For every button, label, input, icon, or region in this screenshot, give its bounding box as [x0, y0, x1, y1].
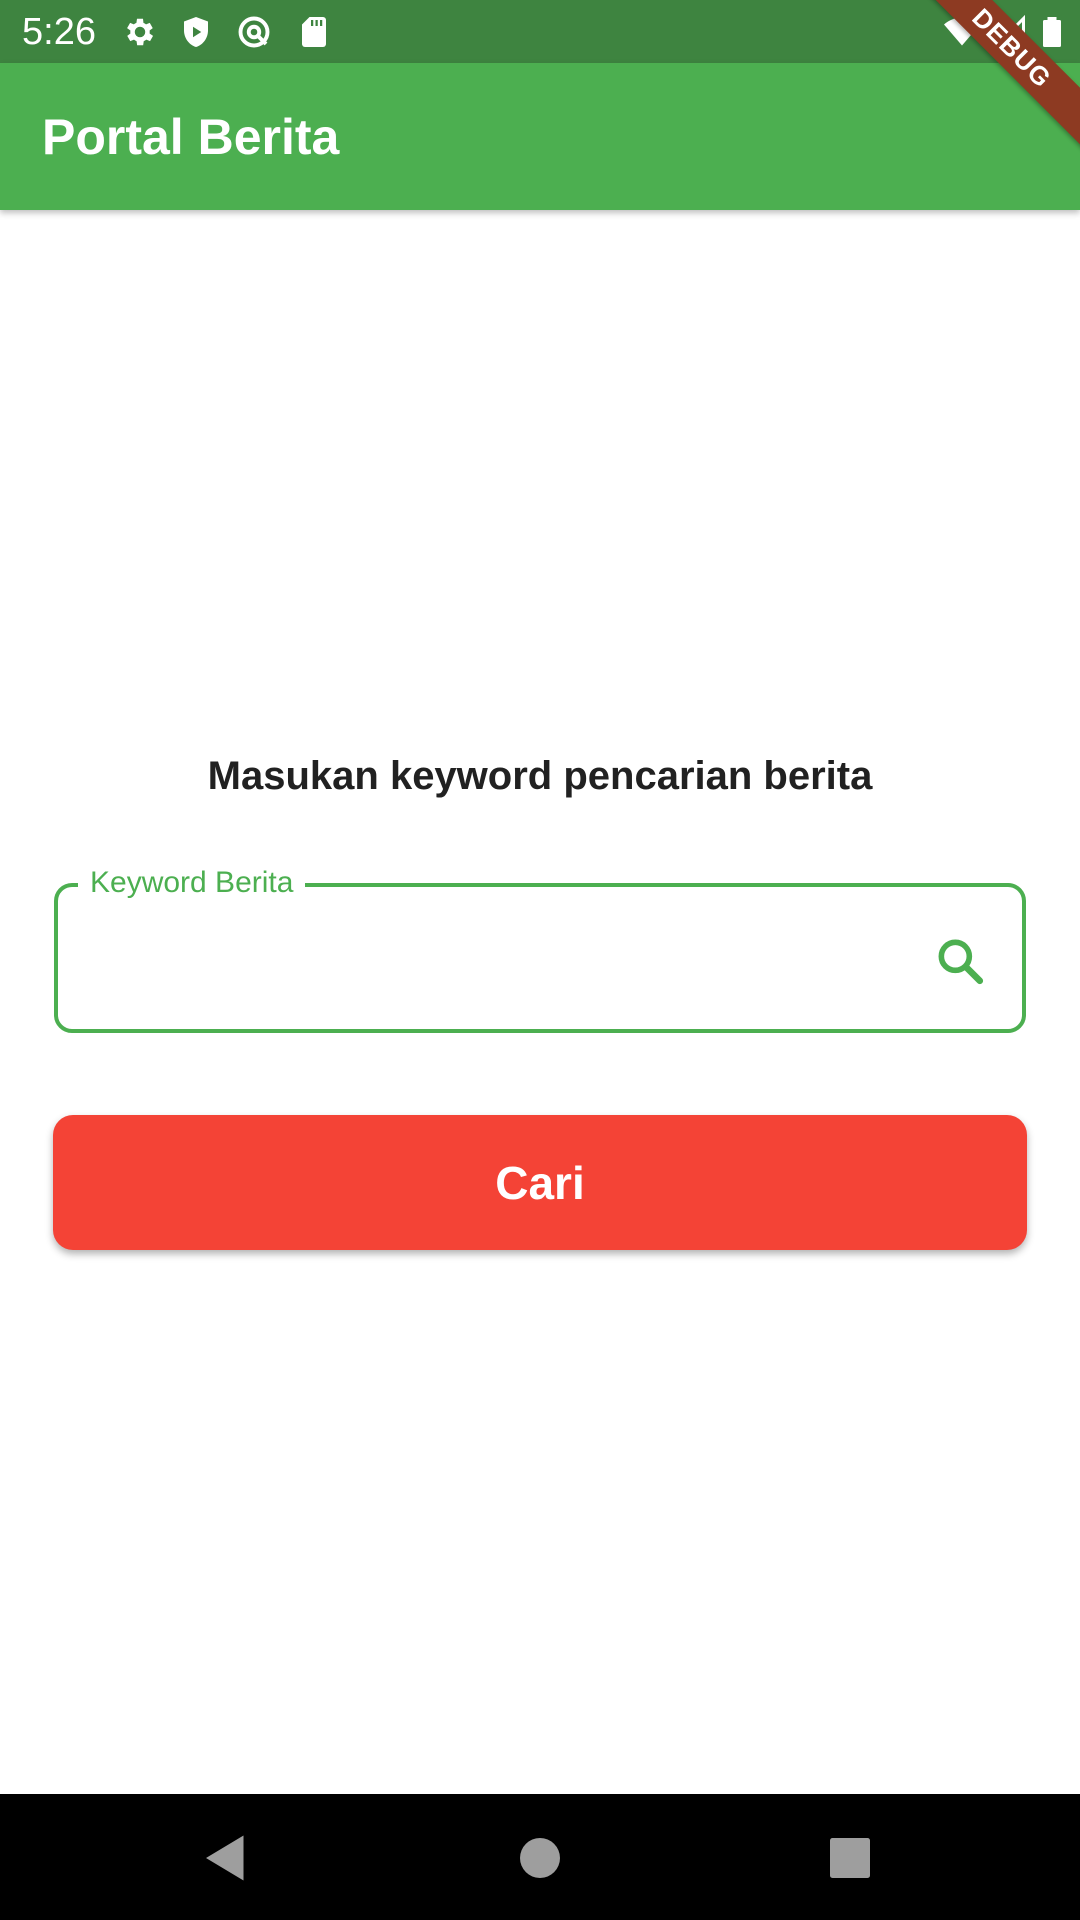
shield-play-icon	[178, 14, 214, 50]
search-button[interactable]: Cari	[53, 1115, 1027, 1250]
battery-icon	[1034, 14, 1070, 50]
search-prompt: Masukan keyword pencarian berita	[207, 754, 873, 798]
home-icon[interactable]	[510, 1828, 570, 1888]
app-title: Portal Berita	[42, 109, 340, 165]
keyword-field[interactable]: Keyword Berita	[54, 863, 1026, 1033]
keyword-input[interactable]	[82, 923, 906, 995]
navigation-bar	[0, 1794, 1080, 1920]
sd-card-icon	[296, 14, 332, 50]
back-icon[interactable]	[196, 1828, 256, 1888]
gear-icon	[122, 14, 158, 50]
status-bar: 5:26	[0, 0, 1080, 63]
search-icon[interactable]	[932, 933, 988, 989]
recents-icon[interactable]	[820, 1828, 880, 1888]
app-bar: Portal Berita	[0, 63, 1080, 210]
at-sign-icon	[236, 14, 272, 50]
status-time: 5:26	[22, 11, 96, 53]
keyword-field-label: Keyword Berita	[78, 863, 306, 903]
